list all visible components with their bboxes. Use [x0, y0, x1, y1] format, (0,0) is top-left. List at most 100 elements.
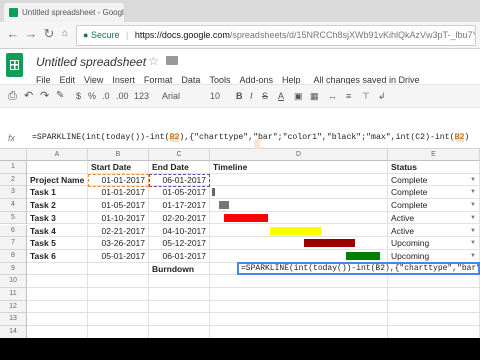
cell-e1[interactable]: Status	[388, 161, 480, 174]
status-dropdown-icon[interactable]: ▼	[470, 186, 476, 198]
cell-d11[interactable]	[210, 288, 388, 301]
cell-a10[interactable]	[27, 275, 88, 288]
cell-d8[interactable]	[210, 249, 388, 263]
row-header-3[interactable]: 3	[0, 186, 27, 200]
cell-b5[interactable]: 01-10-2017	[88, 211, 149, 225]
cell-a1[interactable]	[27, 161, 88, 174]
strikethrough-icon[interactable]: S	[262, 89, 268, 103]
row-header-4[interactable]: 4	[0, 199, 27, 212]
cell-a4[interactable]: Task 2	[27, 199, 88, 212]
cell-a11[interactable]	[27, 288, 88, 301]
status-dropdown-icon[interactable]: ▼	[470, 225, 476, 237]
status-dropdown-icon[interactable]: ▼	[470, 199, 476, 211]
cell-a5[interactable]: Task 3	[27, 211, 88, 225]
increase-decimal-button[interactable]: .00	[116, 89, 129, 103]
row-header-14[interactable]: 14	[0, 326, 27, 338]
cell-d3[interactable]	[210, 186, 388, 200]
borders-icon[interactable]: ▦	[310, 89, 319, 103]
cell-c10[interactable]	[149, 275, 210, 288]
cell-c8[interactable]: 06-01-2017	[149, 249, 210, 263]
decrease-decimal-button[interactable]: .0	[102, 89, 110, 103]
row-header-5[interactable]: 5	[0, 211, 27, 225]
cell-d4[interactable]	[210, 199, 388, 212]
row-header-1[interactable]: 1	[0, 161, 27, 174]
cell-c7[interactable]: 05-12-2017	[149, 237, 210, 250]
cell-c11[interactable]	[149, 288, 210, 301]
cell-c6[interactable]: 04-10-2017	[149, 224, 210, 238]
active-cell-editor[interactable]: =SPARKLINE(int(today())-int(B2),{"chartt…	[237, 262, 480, 275]
row-header-11[interactable]: 11	[0, 288, 27, 301]
cell-b13[interactable]	[88, 313, 149, 327]
font-size-select[interactable]: 10	[210, 89, 220, 103]
cell-b10[interactable]	[88, 275, 149, 288]
cell-d7[interactable]	[210, 237, 388, 250]
cell-b4[interactable]: 01-05-2017	[88, 199, 149, 212]
column-header-e[interactable]: E	[388, 149, 480, 161]
cell-e13[interactable]	[388, 313, 480, 327]
sheets-logo-icon[interactable]	[6, 53, 23, 77]
document-title[interactable]: Untitled spreadsheet	[36, 55, 146, 69]
cell-a2[interactable]: Project Name	[27, 173, 88, 187]
cell-d13[interactable]	[210, 313, 388, 327]
currency-button[interactable]: $	[76, 89, 81, 103]
status-dropdown-icon[interactable]: ▼	[470, 212, 476, 224]
cell-b1[interactable]: Start Date	[88, 161, 149, 174]
cell-e11[interactable]	[388, 288, 480, 301]
row-header-6[interactable]: 6	[0, 224, 27, 238]
cell-e6[interactable]: Active ▼	[388, 224, 480, 238]
cell-e8[interactable]: Upcoming ▼	[388, 249, 480, 263]
home-icon[interactable]: ⌂	[58, 27, 72, 41]
cell-d14[interactable]	[210, 326, 388, 338]
cell-a12[interactable]	[27, 300, 88, 314]
cell-b6[interactable]: 02-21-2017	[88, 224, 149, 238]
reload-icon[interactable]: ↻	[42, 27, 56, 41]
column-header-a[interactable]: A	[27, 149, 88, 161]
cell-b12[interactable]	[88, 300, 149, 314]
undo-icon[interactable]: ↶	[24, 89, 33, 103]
cell-a6[interactable]: Task 4	[27, 224, 88, 238]
cell-c5[interactable]: 02-20-2017	[149, 211, 210, 225]
cell-c3[interactable]: 01-05-2017	[149, 186, 210, 200]
status-dropdown-icon[interactable]: ▼	[470, 250, 476, 262]
cell-e4[interactable]: Complete ▼	[388, 199, 480, 212]
cell-c4[interactable]: 01-17-2017	[149, 199, 210, 212]
cell-c9[interactable]: Burndown	[149, 262, 210, 276]
column-header-d[interactable]: D	[210, 149, 388, 161]
cell-b3[interactable]: 01-01-2017	[88, 186, 149, 200]
spreadsheet-grid[interactable]: A B C D E 1 Start Date End Date Timeline Status 2 P…	[0, 149, 480, 338]
back-icon[interactable]: ←	[6, 27, 20, 41]
column-header-c[interactable]: C	[149, 149, 210, 161]
row-header-8[interactable]: 8	[0, 249, 27, 263]
cell-b7[interactable]: 03-26-2017	[88, 237, 149, 250]
cell-e14[interactable]	[388, 326, 480, 338]
text-color-icon[interactable]: A	[278, 89, 284, 103]
select-all-corner[interactable]	[0, 149, 27, 161]
cell-a3[interactable]: Task 1	[27, 186, 88, 200]
cell-c14[interactable]	[149, 326, 210, 338]
browser-tab[interactable]: Untitled spreadsheet - Google She	[4, 3, 124, 22]
status-dropdown-icon[interactable]: ▼	[470, 237, 476, 249]
url-input[interactable]: ● Secure | https://docs.google.com/sprea…	[76, 25, 476, 46]
cell-a9[interactable]	[27, 262, 88, 276]
row-header-12[interactable]: 12	[0, 300, 27, 314]
cell-a13[interactable]	[27, 313, 88, 327]
row-header-13[interactable]: 13	[0, 313, 27, 327]
row-header-10[interactable]: 10	[0, 275, 27, 288]
cell-a7[interactable]: Task 5	[27, 237, 88, 250]
cell-b11[interactable]	[88, 288, 149, 301]
cell-e12[interactable]	[388, 300, 480, 314]
cell-e3[interactable]: Complete ▼	[388, 186, 480, 200]
cell-d1[interactable]: Timeline	[210, 161, 388, 174]
italic-icon[interactable]: I	[250, 89, 253, 103]
column-header-b[interactable]: B	[88, 149, 149, 161]
cell-e5[interactable]: Active ▼	[388, 211, 480, 225]
bold-icon[interactable]: B	[236, 89, 243, 103]
cell-c12[interactable]	[149, 300, 210, 314]
font-select[interactable]: Arial	[162, 89, 180, 103]
row-header-9[interactable]: 9	[0, 262, 27, 276]
cell-e10[interactable]	[388, 275, 480, 288]
redo-icon[interactable]: ↷	[40, 89, 49, 103]
cell-b8[interactable]: 05-01-2017	[88, 249, 149, 263]
cell-b9[interactable]	[88, 262, 149, 276]
print-icon[interactable]: ⎙	[8, 89, 17, 103]
